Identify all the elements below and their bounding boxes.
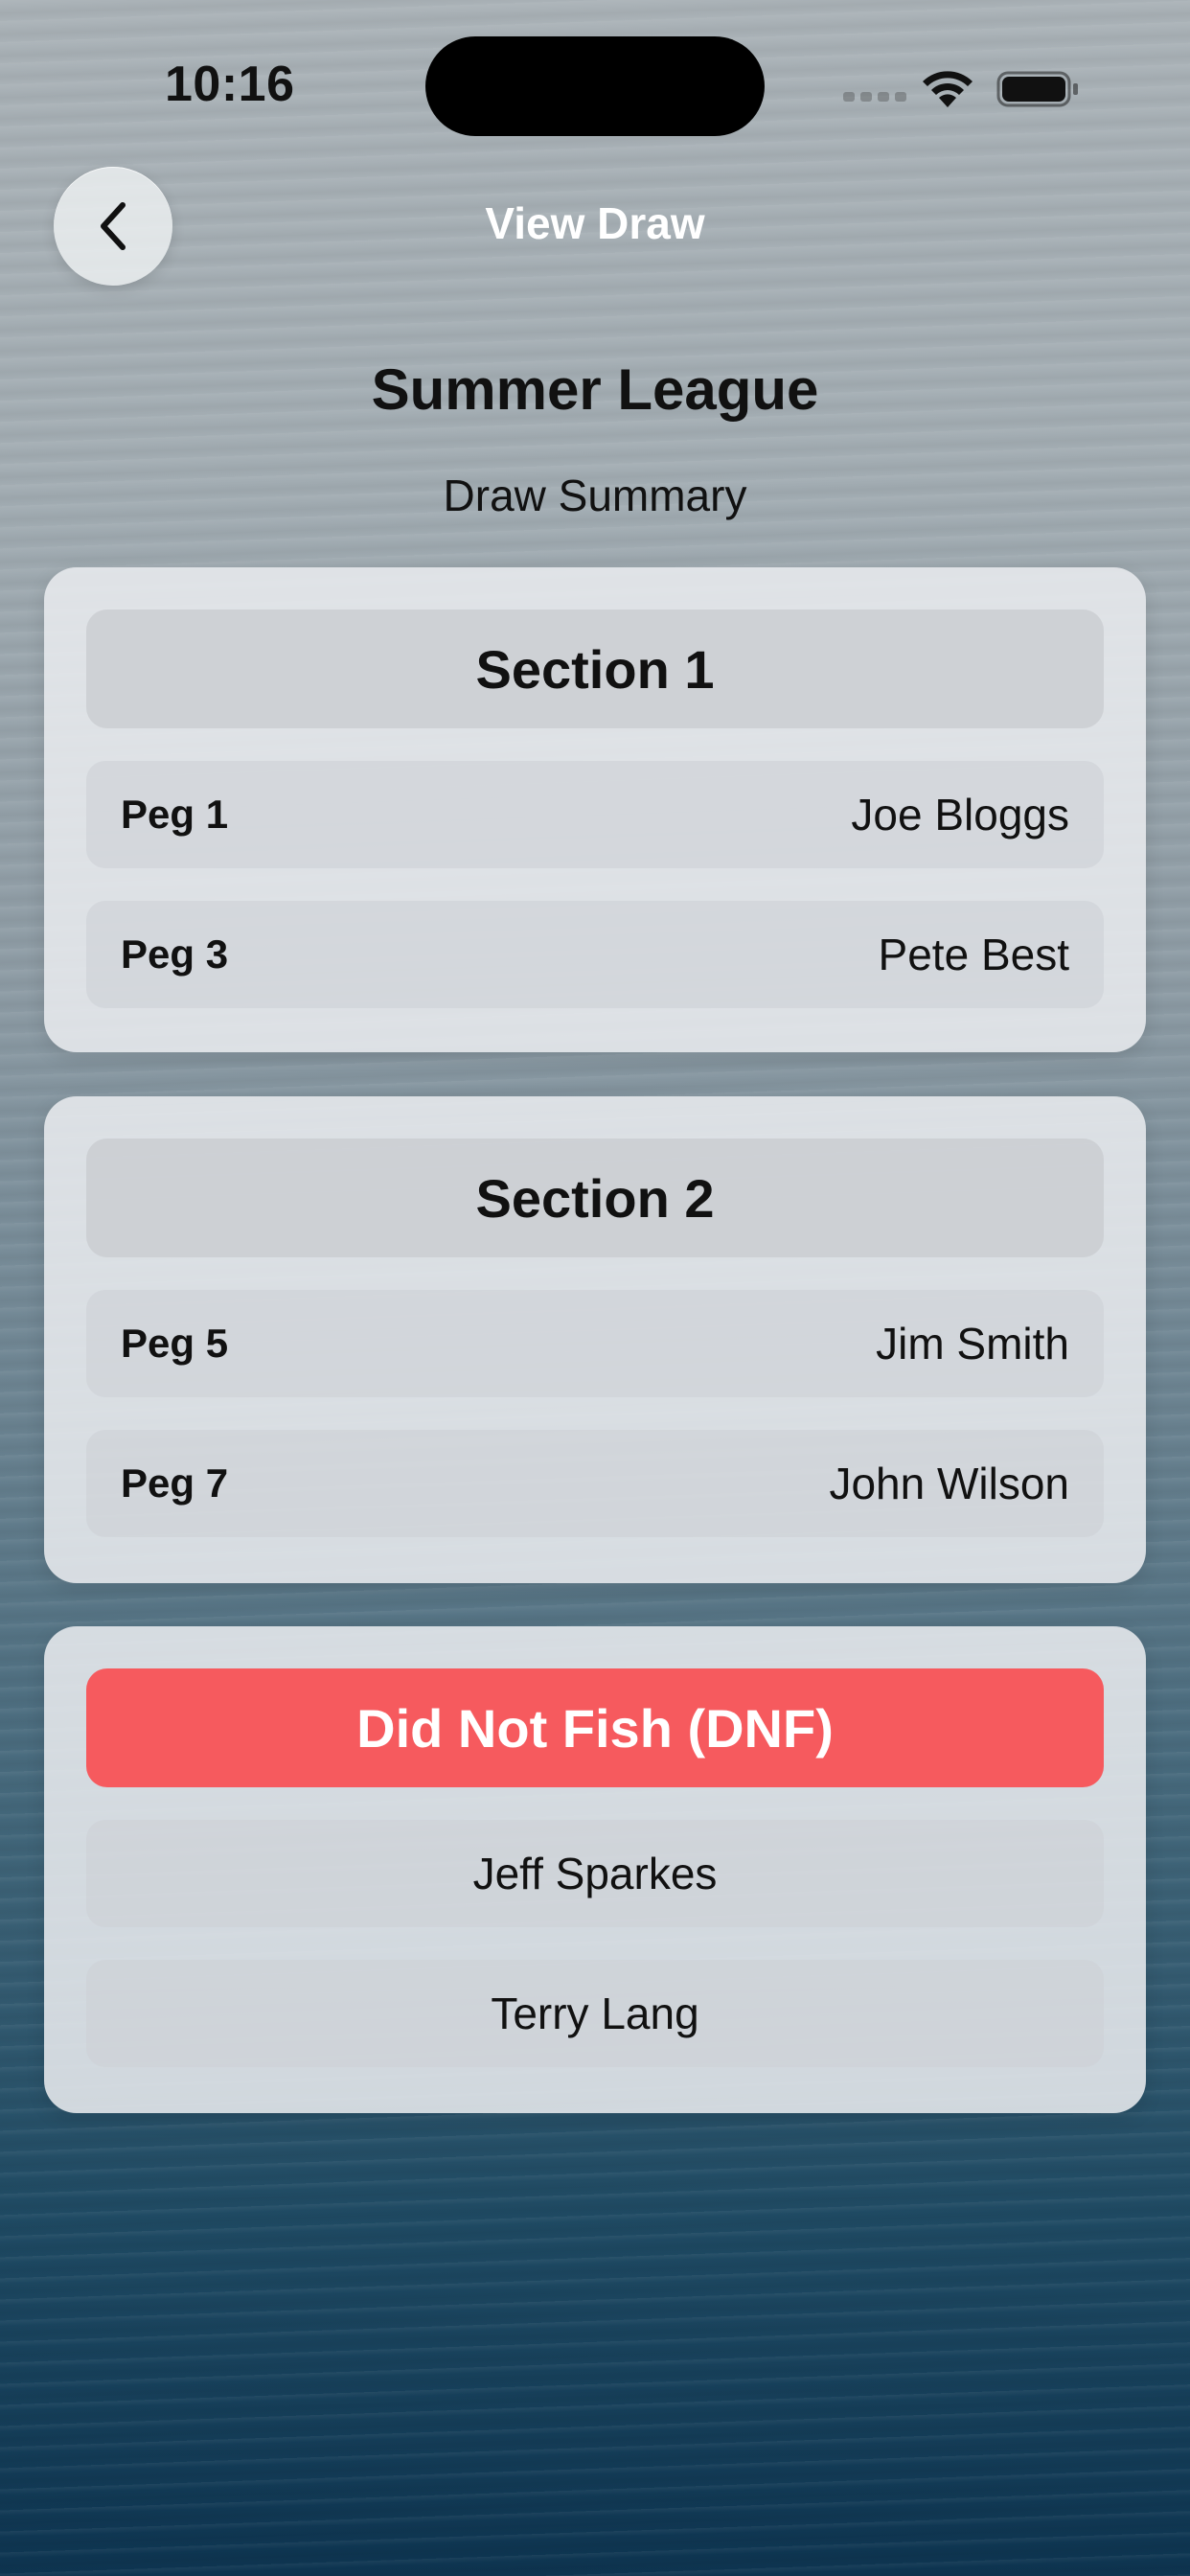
peg-label: Peg 5 <box>121 1321 229 1366</box>
section-header: Section 2 <box>86 1138 1104 1257</box>
dnf-row[interactable]: Terry Lang <box>86 1960 1104 2067</box>
peg-row[interactable]: Peg 3 Pete Best <box>86 901 1104 1008</box>
peg-row[interactable]: Peg 7 John Wilson <box>86 1430 1104 1537</box>
section-card: Section 2 Peg 5 Jim Smith Peg 7 John Wil… <box>44 1096 1146 1583</box>
dynamic-island <box>425 36 765 136</box>
angler-name: Jim Smith <box>876 1319 1069 1368</box>
angler-name: Pete Best <box>878 930 1069 979</box>
section-header: Section 1 <box>86 610 1104 728</box>
angler-name: John Wilson <box>829 1459 1069 1508</box>
peg-label: Peg 3 <box>121 932 229 977</box>
angler-name: Jeff Sparkes <box>472 1849 718 1898</box>
battery-icon <box>996 71 1078 107</box>
cellular-signal-icon <box>843 92 906 102</box>
dnf-card: Did Not Fish (DNF) Jeff Sparkes Terry La… <box>44 1626 1146 2113</box>
dnf-header: Did Not Fish (DNF) <box>86 1668 1104 1787</box>
angler-name: Joe Bloggs <box>851 790 1069 840</box>
dnf-row[interactable]: Jeff Sparkes <box>86 1820 1104 1927</box>
status-time: 10:16 <box>165 57 295 112</box>
nav-title: View Draw <box>485 198 705 248</box>
peg-label: Peg 1 <box>121 792 229 837</box>
league-title: Summer League <box>371 357 819 422</box>
peg-row[interactable]: Peg 5 Jim Smith <box>86 1290 1104 1397</box>
angler-name: Terry Lang <box>491 1989 699 2038</box>
draw-summary-subtitle: Draw Summary <box>443 471 747 520</box>
peg-label: Peg 7 <box>121 1460 229 1506</box>
peg-row[interactable]: Peg 1 Joe Bloggs <box>86 761 1104 868</box>
screen: 10:16 View Draw Summer League Draw Summa… <box>0 0 1190 2576</box>
wifi-icon <box>923 71 973 107</box>
section-card: Section 1 Peg 1 Joe Bloggs Peg 3 Pete Be… <box>44 567 1146 1052</box>
